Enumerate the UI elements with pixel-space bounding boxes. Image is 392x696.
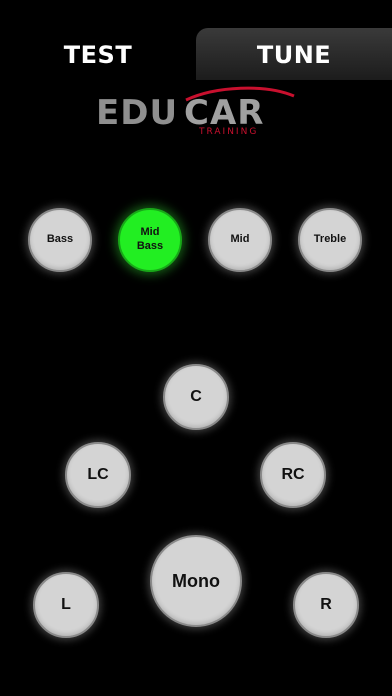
speaker-right-center-label: RC bbox=[281, 466, 305, 483]
speaker-right-label: R bbox=[320, 596, 332, 613]
educar-logo: EDU CAR TRAINING bbox=[96, 86, 295, 136]
speaker-right-center-button[interactable]: RC bbox=[260, 442, 326, 508]
tab-bar: TEST TUNE bbox=[0, 0, 392, 80]
logo-edu-text: EDU bbox=[96, 93, 178, 133]
speaker-mono-label: Mono bbox=[172, 570, 220, 591]
tab-test[interactable]: TEST bbox=[0, 28, 196, 80]
band-treble-button[interactable]: Treble bbox=[298, 208, 362, 272]
band-mid-label: Mid bbox=[230, 233, 250, 246]
tab-test-label: TEST bbox=[63, 41, 133, 69]
speaker-right-button[interactable]: R bbox=[293, 572, 359, 638]
band-bass-label: Bass bbox=[46, 233, 74, 246]
tab-tune-label: TUNE bbox=[256, 41, 332, 69]
speaker-center-label: C bbox=[190, 388, 202, 405]
speaker-left-button[interactable]: L bbox=[33, 572, 99, 638]
tab-tune[interactable]: TUNE bbox=[196, 28, 392, 80]
band-mid-bass-button[interactable]: Mid Bass bbox=[118, 208, 182, 272]
band-treble-label: Treble bbox=[313, 233, 347, 246]
band-mid-button[interactable]: Mid bbox=[208, 208, 272, 272]
band-mid-bass-label: Mid Bass bbox=[136, 226, 164, 252]
speaker-left-center-button[interactable]: LC bbox=[65, 442, 131, 508]
speaker-left-center-label: LC bbox=[87, 466, 109, 483]
speaker-left-label: L bbox=[61, 596, 71, 613]
band-bass-button[interactable]: Bass bbox=[28, 208, 92, 272]
speaker-center-button[interactable]: C bbox=[163, 364, 229, 430]
logo-training-text: TRAINING bbox=[198, 127, 258, 136]
speaker-mono-button[interactable]: Mono bbox=[150, 535, 242, 627]
